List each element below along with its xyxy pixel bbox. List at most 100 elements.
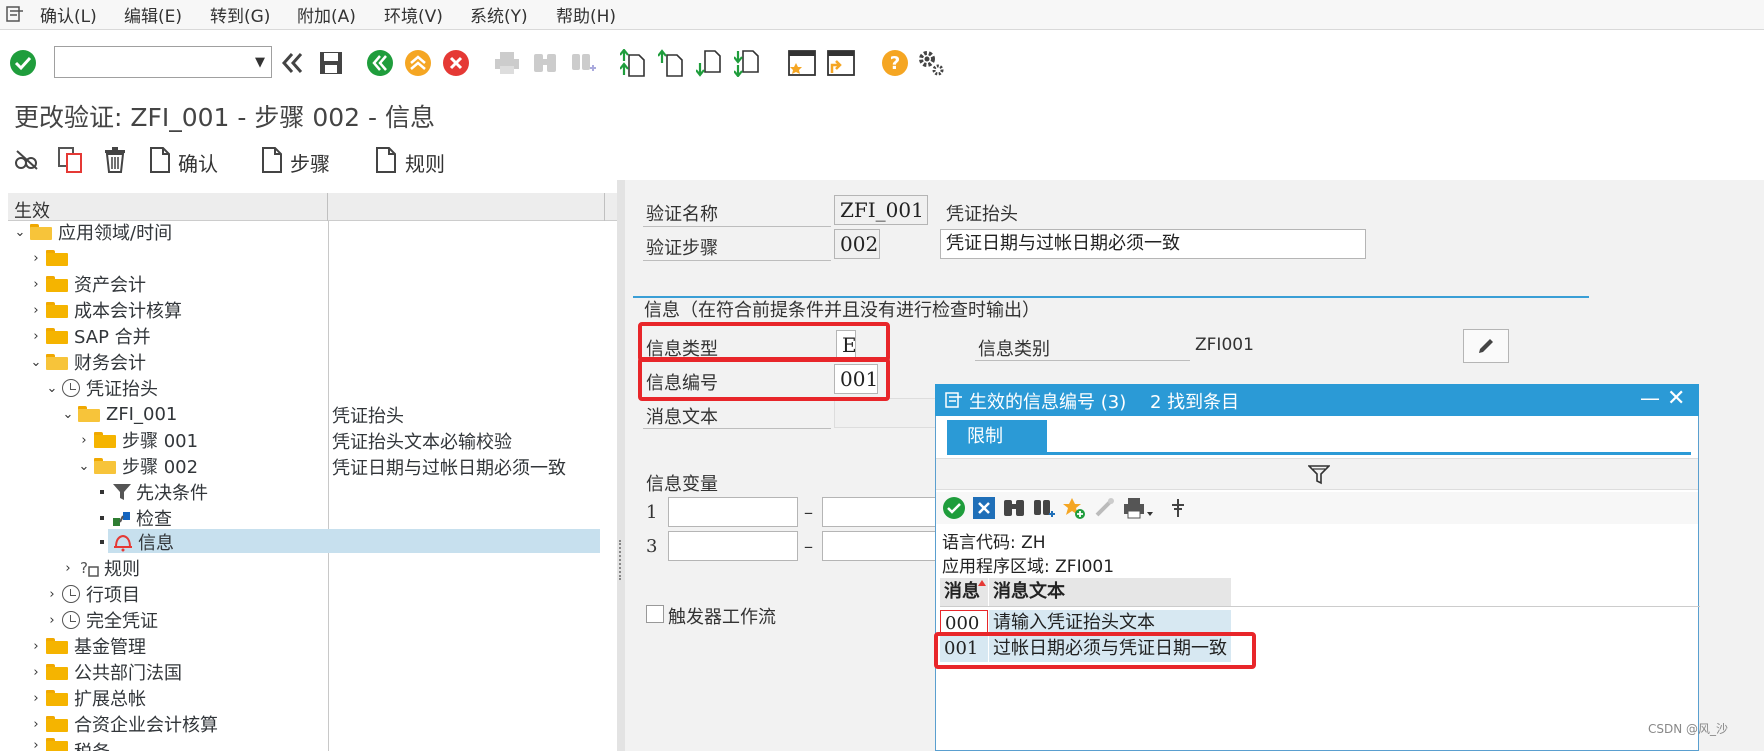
tree-node-joint-venture[interactable]: › 合资企业会计核算 — [28, 712, 218, 736]
chevron-right-icon[interactable]: › — [44, 613, 60, 628]
tree-node-doc-header[interactable]: ⌄ 凭证抬头 — [44, 376, 158, 400]
shortcut-icon[interactable] — [826, 48, 856, 78]
document-icon[interactable] — [371, 145, 401, 175]
rule-button[interactable]: 规则 — [405, 148, 445, 177]
chevron-down-icon[interactable]: ⌄ — [76, 459, 92, 474]
back-double-icon[interactable] — [278, 48, 308, 78]
tree-node-zfi-001[interactable]: ⌄ ZFI_001 — [60, 402, 178, 426]
tree-node-line-item[interactable]: › 行项目 — [44, 582, 140, 606]
clock-icon — [62, 379, 80, 397]
chevron-down-icon[interactable]: ▼ — [255, 55, 265, 70]
tree-node-check[interactable]: 检查 — [100, 506, 172, 530]
var-4-field[interactable] — [822, 531, 937, 561]
tree-node-step-002[interactable]: ⌄ 步骤 002 — [76, 454, 199, 478]
dialog-find-next-icon[interactable] — [1031, 496, 1057, 520]
tree-node-funds-mgmt[interactable]: › 基金管理 — [28, 634, 146, 658]
chevron-right-icon[interactable]: › — [76, 433, 92, 448]
settings-icon[interactable] — [916, 48, 946, 78]
chevron-right-icon[interactable]: › — [28, 329, 44, 344]
tree-node-special-ledger[interactable]: › 扩展总帐 — [28, 686, 146, 710]
chevron-right-icon[interactable]: › — [28, 251, 44, 266]
chevron-down-icon[interactable]: ⌄ — [28, 355, 44, 370]
var-3-field[interactable] — [668, 531, 798, 561]
validation-step-desc-field[interactable]: 凭证日期与过帐日期必须一致 — [940, 229, 1366, 259]
dialog-favorite-add-icon[interactable] — [1061, 496, 1087, 520]
var-1-field[interactable] — [668, 497, 798, 527]
delete-icon[interactable] — [100, 145, 130, 175]
validation-step-field[interactable]: 002 — [834, 229, 880, 259]
confirm-button[interactable]: 确认 — [178, 148, 218, 177]
chevron-right-icon[interactable]: › — [44, 587, 60, 602]
app-menu-icon[interactable] — [6, 6, 24, 22]
help-icon[interactable]: ? — [880, 48, 910, 78]
chevron-down-icon[interactable]: ⌄ — [12, 225, 28, 240]
document-icon[interactable] — [257, 145, 287, 175]
dialog-ok-icon[interactable] — [941, 496, 967, 520]
save-icon[interactable] — [316, 48, 346, 78]
column-header-msg-text[interactable]: 消息文本 — [989, 578, 1231, 606]
minimize-icon[interactable]: — — [1640, 386, 1660, 410]
menu-goto[interactable]: 转到(G) — [210, 2, 270, 27]
filter-toggle-icon[interactable] — [1308, 465, 1330, 485]
tree-node-cost-accounting[interactable]: › 成本会计核算 — [28, 298, 182, 322]
exit-icon[interactable] — [403, 48, 433, 78]
dialog-link-icon[interactable] — [1091, 496, 1117, 520]
tree-node-message[interactable]: 信息 — [100, 530, 174, 554]
tree-node-public-sector-fr[interactable]: › 公共部门法国 — [28, 660, 182, 684]
tree-node-blank[interactable]: › — [28, 246, 74, 270]
command-field[interactable]: ▼ — [54, 46, 272, 78]
var-2-field[interactable] — [822, 497, 937, 527]
chevron-down-icon[interactable]: ⌄ — [60, 407, 76, 422]
dialog-menu-icon[interactable] — [945, 392, 963, 408]
document-icon[interactable] — [145, 145, 175, 175]
panel-splitter[interactable] — [617, 180, 625, 751]
tree-node-prerequisite[interactable]: 先决条件 — [100, 480, 208, 504]
trigger-workflow-checkbox[interactable] — [646, 605, 664, 623]
tree-node-app-area[interactable]: ⌄ 应用领域/时间 — [12, 220, 173, 244]
last-page-icon[interactable] — [732, 48, 762, 78]
menu-environment[interactable]: 环境(V) — [384, 2, 443, 27]
chevron-right-icon[interactable]: › — [28, 665, 44, 680]
first-page-icon[interactable] — [618, 48, 648, 78]
tree-node-complete-doc[interactable]: › 完全凭证 — [44, 608, 158, 632]
chevron-right-icon[interactable]: › — [28, 738, 44, 751]
edit-button[interactable] — [1463, 329, 1509, 363]
menu-edit[interactable]: 编辑(E) — [124, 2, 182, 27]
dialog-print-icon[interactable] — [1121, 496, 1155, 520]
step-button[interactable]: 步骤 — [290, 148, 330, 177]
chevron-right-icon[interactable]: › — [60, 561, 76, 576]
chevron-right-icon[interactable]: › — [28, 717, 44, 732]
chevron-right-icon[interactable]: › — [28, 639, 44, 654]
back-icon[interactable] — [365, 48, 395, 78]
menu-extras[interactable]: 附加(A) — [297, 2, 356, 27]
tree-node-tax[interactable]: ›税务 — [28, 738, 110, 751]
new-session-icon[interactable] — [787, 48, 817, 78]
tree-node-asset-accounting[interactable]: › 资产会计 — [28, 272, 146, 296]
tree-node-financial-accounting[interactable]: ⌄ 财务会计 — [28, 350, 146, 374]
copy-icon[interactable] — [56, 145, 86, 175]
validation-name-field[interactable]: ZFI_001 — [834, 195, 928, 225]
cancel-icon[interactable] — [441, 48, 471, 78]
find-icon[interactable] — [530, 48, 560, 78]
next-page-icon[interactable] — [694, 48, 724, 78]
display-change-icon[interactable] — [12, 145, 42, 175]
chevron-right-icon[interactable]: › — [28, 277, 44, 292]
tab-restrictions[interactable]: 限制 — [947, 420, 1047, 454]
prev-page-icon[interactable] — [656, 48, 686, 78]
menu-confirm[interactable]: 确认(L) — [40, 2, 97, 27]
chevron-right-icon[interactable]: › — [28, 303, 44, 318]
dialog-cancel-icon[interactable] — [971, 496, 997, 520]
menu-system[interactable]: 系统(Y) — [470, 2, 528, 27]
check-icon[interactable] — [8, 48, 38, 78]
print-icon[interactable] — [492, 48, 522, 78]
chevron-right-icon[interactable]: › — [28, 691, 44, 706]
find-next-icon[interactable] — [568, 48, 598, 78]
dialog-find-icon[interactable] — [1001, 496, 1027, 520]
tree-node-rule[interactable]: ›? 规则 — [60, 556, 140, 580]
tree-node-step-001[interactable]: › 步骤 001 — [76, 428, 198, 452]
tree-node-sap-consolidation[interactable]: › SAP 合并 — [28, 324, 150, 348]
chevron-down-icon[interactable]: ⌄ — [44, 381, 60, 396]
dialog-pin-icon[interactable] — [1165, 496, 1191, 520]
close-icon[interactable]: ✕ — [1667, 386, 1685, 411]
menu-help[interactable]: 帮助(H) — [556, 2, 616, 27]
